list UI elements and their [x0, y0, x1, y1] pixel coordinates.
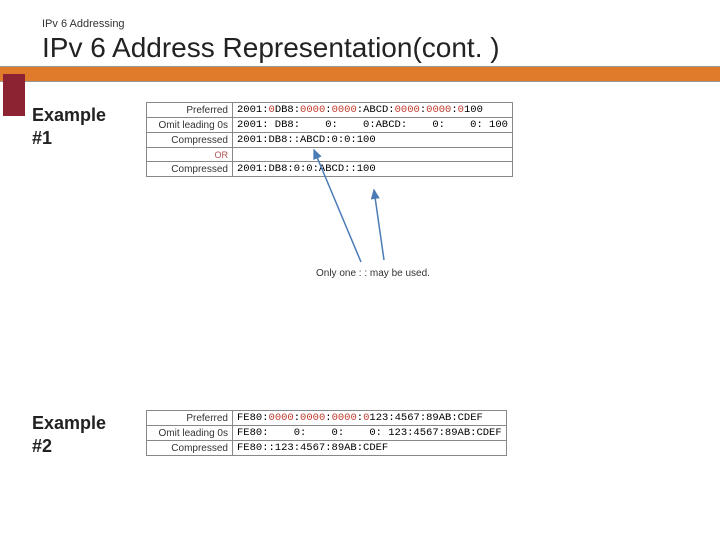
page-title: IPv 6 Address Representation(cont. ): [42, 32, 720, 64]
table-row: Omit leading 0s 2001: DB8: 0: 0:ABCD: 0:…: [147, 118, 513, 133]
addr-omit: 2001: DB8: 0: 0:ABCD: 0: 0: 100: [233, 118, 513, 133]
example-1-table: Preferred 2001:0DB8:0000:0000:ABCD:0000:…: [146, 102, 513, 177]
row-label-preferred-2: Preferred: [147, 411, 233, 426]
addr-preferred: 2001:0DB8:0000:0000:ABCD:0000:0000:0100: [233, 103, 513, 118]
table-row: Compressed 2001:DB8:0:0:ABCD::100: [147, 162, 513, 177]
table-row: Compressed FE80::123:4567:89AB:CDEF: [147, 441, 507, 456]
addr-compressed-2: 2001:DB8:0:0:ABCD::100: [233, 162, 513, 177]
row-label-omit: Omit leading 0s: [147, 118, 233, 133]
table-row-or: OR: [147, 148, 513, 162]
row-label-compressed: Compressed: [147, 133, 233, 148]
row-label-preferred: Preferred: [147, 103, 233, 118]
accent-block: [3, 74, 25, 116]
orange-divider: [0, 66, 720, 82]
example-2-table: Preferred FE80:0000:0000:0000:0123:4567:…: [146, 410, 507, 456]
row-label-compressed-3: Compressed: [147, 441, 233, 456]
addr-compressed-1: 2001:DB8::ABCD:0:0:100: [233, 133, 513, 148]
table-row: Compressed 2001:DB8::ABCD:0:0:100: [147, 133, 513, 148]
row-label-compressed-2: Compressed: [147, 162, 233, 177]
empty-cell: [233, 148, 513, 162]
row-label-omit-2: Omit leading 0s: [147, 426, 233, 441]
row-label-or: OR: [147, 148, 233, 162]
addr2-omit: FE80: 0: 0: 0: 123:4567:89AB:CDEF: [233, 426, 507, 441]
table-row: Omit leading 0s FE80: 0: 0: 0: 123:4567:…: [147, 426, 507, 441]
example-2-table-area: Preferred FE80:0000:0000:0000:0123:4567:…: [146, 410, 507, 459]
table-row: Preferred FE80:0000:0000:0000:0123:4567:…: [147, 411, 507, 426]
table-row: Preferred 2001:0DB8:0000:0000:ABCD:0000:…: [147, 103, 513, 118]
example-1-table-area: Preferred 2001:0DB8:0000:0000:ABCD:0000:…: [146, 102, 720, 177]
example-1-label: Example #1: [32, 102, 130, 177]
slide-header: IPv 6 Addressing IPv 6 Address Represent…: [0, 0, 720, 64]
example-2-label: Example #2: [32, 410, 130, 459]
note-text: Only one : : may be used.: [316, 268, 430, 279]
addr2-compressed: FE80::123:4567:89AB:CDEF: [233, 441, 507, 456]
addr2-preferred: FE80:0000:0000:0000:0123:4567:89AB:CDEF: [233, 411, 507, 426]
pre-title: IPv 6 Addressing: [42, 18, 720, 30]
